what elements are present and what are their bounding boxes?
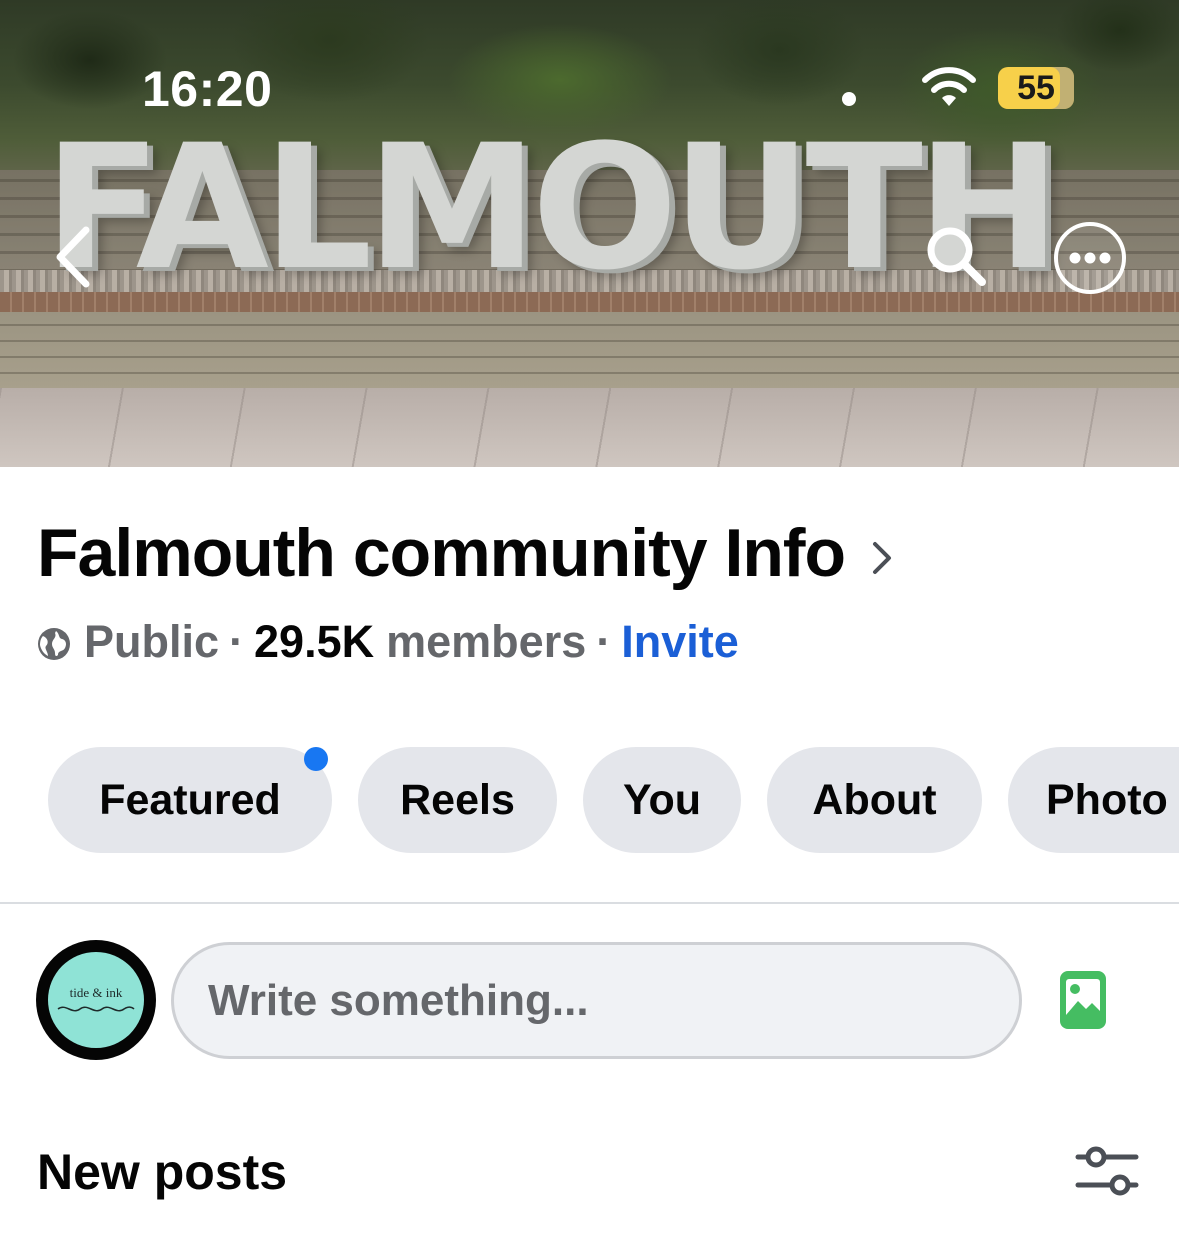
tab-label: Reels [400,775,515,824]
members-label[interactable]: members [386,616,586,668]
tab-featured[interactable]: Featured [48,747,332,853]
search-icon[interactable] [922,222,992,292]
tab-photos[interactable]: Photo [1008,747,1179,853]
group-tabs: Featured Reels You About Photo [48,747,1179,853]
cover-low-wall [0,312,1179,390]
group-meta: Public · 29.5K members · Invite [36,616,739,668]
invite-link[interactable]: Invite [621,616,739,668]
avatar[interactable]: tide & ink [36,940,156,1060]
globe-icon [38,628,70,660]
new-posts-heading: New posts [37,1144,288,1200]
meta-separator: · [596,616,612,667]
composer-placeholder: Write something... [208,975,589,1025]
group-name: Falmouth community Info [37,515,846,591]
status-time: 16:20 [142,61,273,117]
avatar-image: tide & ink [48,952,144,1048]
group-page: FALMOUTH 16:20 55 Falmouth community Inf… [0,0,1179,1250]
tab-label: Photo [1046,775,1168,824]
tab-reels[interactable]: Reels [358,747,557,853]
chevron-left-icon[interactable] [48,222,98,292]
privacy-label: Public [84,616,220,667]
member-count[interactable]: 29.5K [254,616,374,668]
cover-pavement [0,388,1179,467]
battery-indicator: 55 [998,67,1074,109]
group-title-row[interactable]: Falmouth community Info [37,514,893,592]
photo-icon[interactable] [1058,969,1108,1031]
chevron-right-icon [873,542,892,574]
notification-dot [304,747,328,771]
wifi-icon [922,67,976,106]
avatar-logo-text: tide & ink [69,985,123,1000]
tab-label: About [812,775,937,824]
tab-label: You [622,775,702,824]
more-button[interactable] [1054,222,1126,294]
tab-you[interactable]: You [583,747,741,853]
more-icon [1069,252,1111,264]
tab-label: Featured [99,775,281,824]
wave-icon [57,1006,135,1012]
status-indicator-dot [842,92,856,106]
meta-separator: · [229,616,245,667]
write-something-input[interactable]: Write something... [171,942,1022,1059]
filter-sliders-icon[interactable] [1074,1144,1140,1198]
divider [0,902,1179,904]
tab-about[interactable]: About [767,747,982,853]
cover-sign-text: FALMOUTH [44,107,1061,308]
